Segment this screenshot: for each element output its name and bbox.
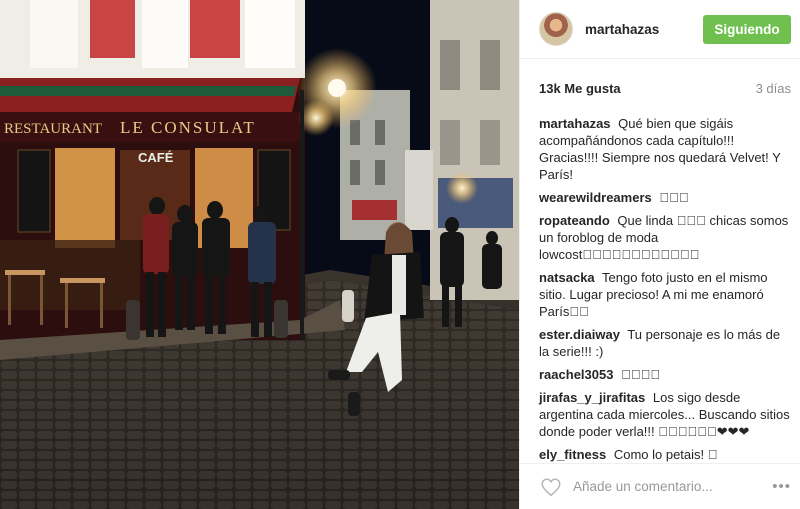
comment-username[interactable]: wearewildreamers <box>539 190 652 205</box>
comment-username[interactable]: ely_fitness <box>539 447 606 462</box>
likes-count[interactable]: 13k Me gusta <box>539 81 621 96</box>
photo-scene: RESTAURANT LE CONSULAT CAFÉ <box>0 0 519 509</box>
post-stats: 13k Me gusta 3 días <box>520 59 800 117</box>
comment: ropateando Que linda ⃞⃞⃞ chicas somos un… <box>539 212 790 263</box>
comment-username[interactable]: ropateando <box>539 213 610 228</box>
avatar[interactable] <box>539 12 573 46</box>
post-photo[interactable]: RESTAURANT LE CONSULAT CAFÉ <box>0 0 519 509</box>
comment-username[interactable]: raachel3053 <box>539 367 613 382</box>
post-side-panel: martahazas Siguiendo 13k Me gusta 3 días… <box>519 0 800 509</box>
comment: ely_fitness Como lo petais! ⃞ <box>539 446 790 462</box>
restaurant-sign-text: RESTAURANT <box>4 121 102 137</box>
restaurant-name-sign: LE CONSULAT <box>120 118 256 137</box>
header-username[interactable]: martahazas <box>585 22 703 37</box>
comment-username[interactable]: martahazas <box>539 116 611 131</box>
comment: raachel3053 ⃞⃞⃞⃞ <box>539 366 790 383</box>
post-header: martahazas Siguiendo <box>520 0 800 59</box>
more-options-icon[interactable]: ••• <box>772 478 791 495</box>
comment-text: Como lo petais! ⃞ <box>613 447 718 462</box>
heart-icon[interactable] <box>540 476 562 498</box>
comment-username[interactable]: natsacka <box>539 270 595 285</box>
post-age[interactable]: 3 días <box>756 81 791 96</box>
comment: jirafas_y_jirafitas Los sigo desde argen… <box>539 389 790 440</box>
comment-bar: ••• <box>520 463 800 509</box>
comment: ester.diaiway Tu personaje es lo más de … <box>539 326 790 360</box>
comment-input[interactable] <box>573 479 773 494</box>
following-button[interactable]: Siguiendo <box>703 14 791 44</box>
comment: martahazas Qué bien que sigáis acompañán… <box>539 115 790 183</box>
cafe-sign: CAFÉ <box>138 150 174 165</box>
comments-list[interactable]: martahazas Qué bien que sigáis acompañán… <box>520 115 800 462</box>
comment: natsacka Tengo foto justo en el mismo si… <box>539 269 790 320</box>
comment-username[interactable]: ester.diaiway <box>539 327 620 342</box>
comment-username[interactable]: jirafas_y_jirafitas <box>539 390 645 405</box>
comment: wearewildreamers ⃞⃞⃞ <box>539 189 790 206</box>
